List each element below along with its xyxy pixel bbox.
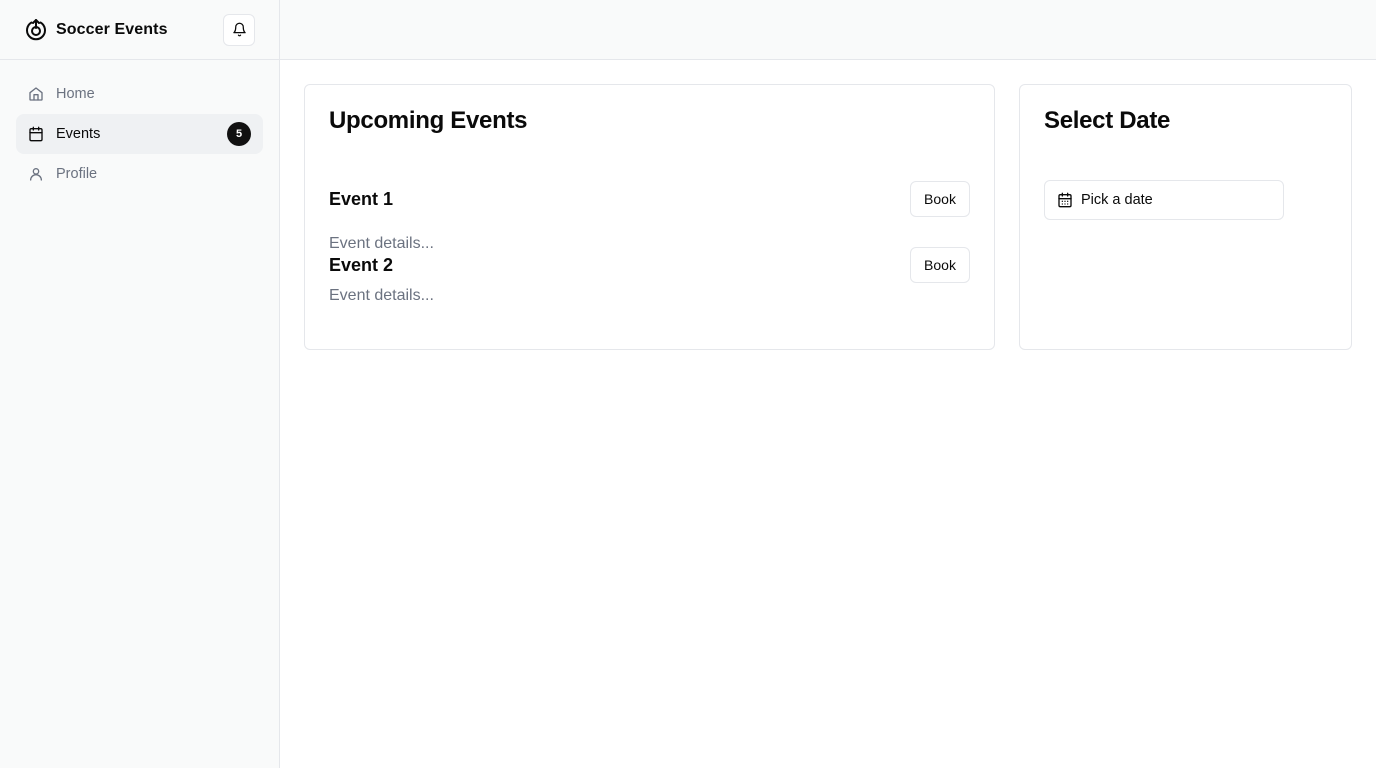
event-details: Event details... [329,287,434,304]
date-picker-placeholder: Pick a date [1081,192,1153,208]
sidebar-item-home[interactable]: Home [16,74,263,114]
sidebar-nav: Home Events 5 Profile [0,60,279,208]
upcoming-events-card: Upcoming Events Event 1 Book Event detai… [304,84,995,350]
event-item: Event 2 Book Event details... [329,247,970,305]
brand[interactable]: Soccer Events [24,18,168,42]
sidebar-item-label: Events [56,126,101,142]
user-icon [28,166,44,182]
content: Upcoming Events Event 1 Book Event detai… [280,60,1376,374]
app-root: Soccer Events Home Events 5 Profile Upco… [0,0,1376,768]
app-title: Soccer Events [56,20,168,38]
calendar-icon [1057,192,1073,208]
event-name: Event 1 [329,188,394,209]
event-item: Event 1 Book Event details... [329,181,970,253]
book-event-1-button[interactable]: Book [910,181,970,217]
upcoming-events-title: Upcoming Events [329,107,528,134]
sidebar-item-label: Profile [56,166,98,182]
calendar-icon [28,126,44,142]
brand-logo-icon [24,18,48,42]
select-date-card: Select Date Pick a date [1019,84,1352,350]
sidebar-item-label: Home [56,86,95,102]
select-date-title: Select Date [1044,107,1171,134]
event-header: Event 1 Book [329,181,970,217]
sidebar-header: Soccer Events [0,0,279,60]
notifications-button[interactable] [223,13,255,46]
main-area: Upcoming Events Event 1 Book Event detai… [280,0,1376,768]
event-header: Event 2 Book [329,247,970,283]
events-count-badge: 5 [227,122,251,146]
event-name: Event 2 [329,254,394,275]
sidebar: Soccer Events Home Events 5 Profile [0,0,280,768]
bell-icon [232,22,247,37]
home-icon [28,86,44,102]
sidebar-item-profile[interactable]: Profile [16,154,263,194]
date-picker-button[interactable]: Pick a date [1044,180,1284,220]
sidebar-item-events[interactable]: Events 5 [16,114,263,154]
top-bar [280,0,1376,60]
book-event-2-button[interactable]: Book [910,247,970,283]
